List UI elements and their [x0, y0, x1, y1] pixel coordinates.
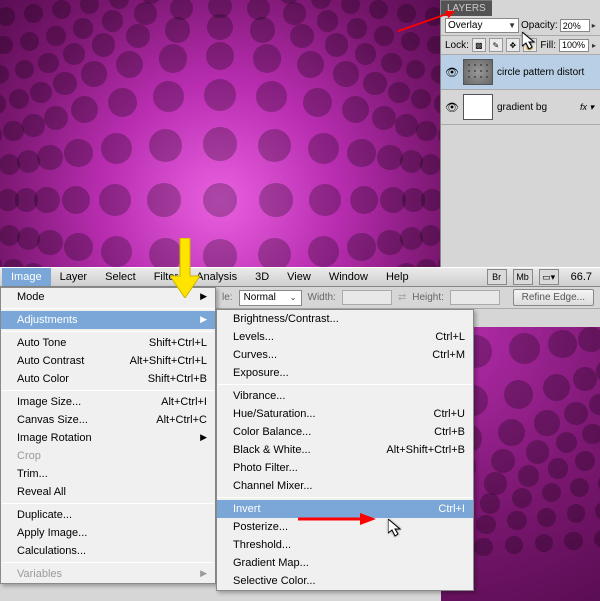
image-menu-canvas-size[interactable]: Canvas Size...Alt+Ctrl+C	[1, 411, 215, 429]
image-menu-adjustments[interactable]: Adjustments▶	[1, 311, 215, 329]
visibility-eye-icon[interactable]: 👁	[445, 66, 459, 79]
adjustments-brightness-contrast[interactable]: Brightness/Contrast...	[217, 310, 473, 328]
options-prelabel: le:	[222, 292, 233, 303]
image-menu-image-rotation[interactable]: Image Rotation▶	[1, 429, 215, 447]
adjustments-exposure[interactable]: Exposure...	[217, 364, 473, 382]
adjustments-threshold[interactable]: Threshold...	[217, 536, 473, 554]
height-field[interactable]	[450, 290, 500, 305]
layer-thumbnail[interactable]	[463, 59, 493, 85]
chevron-down-icon: ▼	[508, 21, 516, 30]
layer-row[interactable]: 👁 gradient bg fx ▾	[441, 90, 600, 125]
options-bar: le: Normal ⌄ Width: ⇄ Height: Refine Edg…	[216, 287, 600, 309]
refine-edge-button[interactable]: Refine Edge...	[513, 289, 594, 306]
image-menu-apply-image[interactable]: Apply Image...	[1, 524, 215, 542]
adjustments-curves[interactable]: Curves...Ctrl+M	[217, 346, 473, 364]
image-menu-duplicate[interactable]: Duplicate...	[1, 506, 215, 524]
cursor-icon	[522, 32, 536, 50]
menu-bar: ImageLayerSelectFilterAnalysis3DViewWind…	[0, 267, 600, 287]
fill-chevron-icon[interactable]: ▸	[592, 41, 596, 50]
annotation-red-arrow-invert	[296, 510, 376, 528]
adjustments-channel-mixer[interactable]: Channel Mixer...	[217, 477, 473, 495]
lock-move-icon[interactable]: ✥	[506, 38, 520, 52]
layer-name[interactable]: circle pattern distort	[497, 67, 596, 78]
adjustments-color-balance[interactable]: Color Balance...Ctrl+B	[217, 423, 473, 441]
opacity-field[interactable]: 20%	[560, 19, 590, 32]
layer-row[interactable]: 👁 circle pattern distort	[441, 55, 600, 90]
fill-field[interactable]: 100%	[559, 39, 589, 52]
annotation-yellow-arrow	[170, 238, 200, 298]
menu-window[interactable]: Window	[320, 268, 377, 286]
image-menu-calculations[interactable]: Calculations...	[1, 542, 215, 560]
menu-help[interactable]: Help	[377, 268, 418, 286]
adjustments-photo-filter[interactable]: Photo Filter...	[217, 459, 473, 477]
opacity-label: Opacity:	[521, 20, 558, 31]
adjustments-hue-saturation[interactable]: Hue/Saturation...Ctrl+U	[217, 405, 473, 423]
width-field[interactable]	[342, 290, 392, 305]
adjustments-gradient-map[interactable]: Gradient Map...	[217, 554, 473, 572]
image-menu-trim[interactable]: Trim...	[1, 465, 215, 483]
options-mode-value: Normal	[244, 292, 276, 303]
height-label: Height:	[412, 292, 444, 303]
annotation-red-arrow-panel	[396, 10, 456, 50]
image-menu-image-size[interactable]: Image Size...Alt+Ctrl+I	[1, 393, 215, 411]
image-menu-reveal-all[interactable]: Reveal All	[1, 483, 215, 501]
adjustments-selective-color[interactable]: Selective Color...	[217, 572, 473, 590]
menu-image[interactable]: Image	[2, 268, 51, 286]
image-menu-auto-color[interactable]: Auto ColorShift+Ctrl+B	[1, 370, 215, 388]
adjustments-submenu: Brightness/Contrast...Levels...Ctrl+LCur…	[216, 309, 474, 591]
layers-panel: LAYERS Overlay ▼ Opacity: 20% ▸ Lock: ▩ …	[440, 0, 600, 268]
layer-thumbnail[interactable]	[463, 94, 493, 120]
screen-mode-button[interactable]: ▭▾	[539, 269, 559, 285]
width-label: Width:	[308, 292, 336, 303]
zoom-level: 66.7	[571, 271, 592, 283]
layer-name[interactable]: gradient bg	[497, 102, 576, 113]
image-menu-dropdown: Mode▶Adjustments▶Auto ToneShift+Ctrl+LAu…	[0, 287, 216, 584]
minibridge-button[interactable]: Mb	[513, 269, 533, 285]
image-menu-auto-contrast[interactable]: Auto ContrastAlt+Shift+Ctrl+L	[1, 352, 215, 370]
menu-select[interactable]: Select	[96, 268, 145, 286]
lock-transparency-icon[interactable]: ▩	[472, 38, 486, 52]
image-menu-auto-tone[interactable]: Auto ToneShift+Ctrl+L	[1, 334, 215, 352]
opacity-chevron-icon[interactable]: ▸	[592, 21, 596, 30]
adjustments-vibrance[interactable]: Vibrance...	[217, 387, 473, 405]
image-menu-crop: Crop	[1, 447, 215, 465]
fx-indicator[interactable]: fx ▾	[580, 102, 594, 113]
adjustments-black-white[interactable]: Black & White...Alt+Shift+Ctrl+B	[217, 441, 473, 459]
adjustments-levels[interactable]: Levels...Ctrl+L	[217, 328, 473, 346]
image-menu-variables: Variables▶	[1, 565, 215, 583]
bridge-button[interactable]: Br	[487, 269, 507, 285]
menu-view[interactable]: View	[278, 268, 320, 286]
cursor-icon	[388, 519, 402, 537]
lock-brush-icon[interactable]: ✎	[489, 38, 503, 52]
blend-mode-select[interactable]: Overlay ▼	[445, 18, 519, 33]
menu-3d[interactable]: 3D	[246, 268, 278, 286]
document-canvas-top[interactable]	[0, 0, 440, 268]
chevron-down-icon: ⌄	[290, 293, 297, 302]
fill-label: Fill:	[540, 40, 556, 51]
menu-layer[interactable]: Layer	[51, 268, 97, 286]
options-mode-select[interactable]: Normal ⌄	[239, 290, 302, 306]
visibility-eye-icon[interactable]: 👁	[445, 101, 459, 114]
